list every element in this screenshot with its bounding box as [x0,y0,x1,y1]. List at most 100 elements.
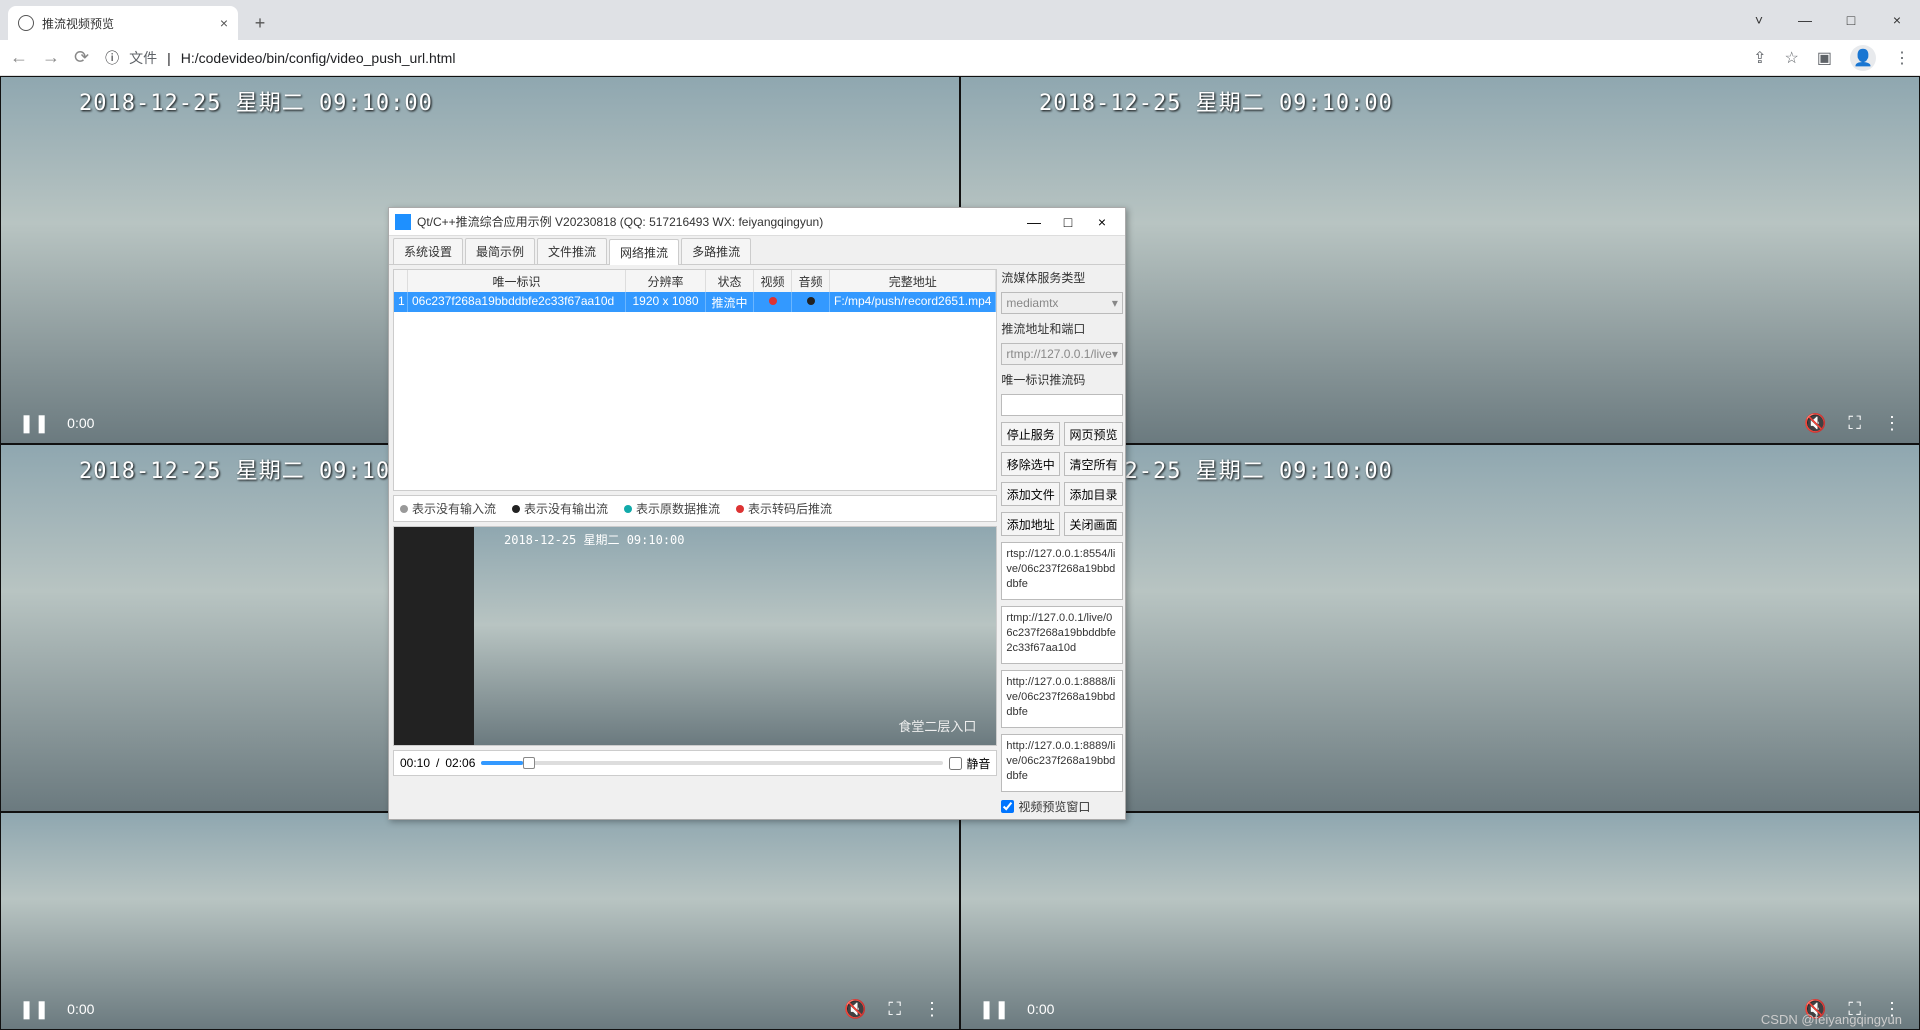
volume-mute-icon[interactable]: 🔇 [844,999,866,1020]
col-status: 状态 [706,270,754,292]
add-file-button[interactable]: 添加文件 [1001,482,1060,506]
info-icon[interactable]: ⓘ [105,48,119,68]
playback-bar: 00:10 / 02:06 静音 [393,750,997,776]
kebab-menu-icon[interactable]: ⋮ [1894,48,1910,68]
chevron-down-icon: ▾ [1112,347,1118,361]
right-pane: 流媒体服务类型 mediamtx▾ 推流地址和端口 rtmp://127.0.0… [1001,269,1122,815]
play-pause-icon[interactable]: ❚❚ [19,999,49,1020]
profile-avatar-icon[interactable]: 👤 [1850,45,1876,71]
browser-tab-strip: 推流视频预览 × + ˅ — □ × [0,0,1920,40]
video-osd-timestamp: 2018-12-25 星期二 09:10:00 [79,85,433,117]
tab-close-icon[interactable]: × [220,15,228,31]
col-audio: 音频 [792,270,830,292]
legend-dot-black-icon [512,505,520,513]
close-view-button[interactable]: 关闭画面 [1064,512,1123,536]
video-time: 0:00 [67,1001,94,1017]
dialog-close-icon[interactable]: × [1085,209,1119,235]
url-item[interactable]: rtmp://127.0.0.1/live/06c237f268a19bbddb… [1001,606,1122,664]
url-text: H:/codevideo/bin/config/video_push_url.h… [181,50,456,66]
table-header: 唯一标识 分辨率 状态 视频 音频 完整地址 [394,270,996,292]
dialog-titlebar[interactable]: Qt/C++推流综合应用示例 V20230818 (QQ: 517216493 … [389,208,1125,236]
preview-pane[interactable]: 2018-12-25 星期二 09:10:00 食堂二层入口 [393,526,997,746]
window-minimize-icon[interactable]: — [1782,0,1828,40]
playback-position: 00:10 [400,756,430,770]
play-pause-icon[interactable]: ❚❚ [19,413,49,434]
stop-service-button[interactable]: 停止服务 [1001,422,1060,446]
volume-mute-icon[interactable]: 🔇 [1804,413,1826,434]
legend-dot-gray-icon [400,505,408,513]
preview-window-checkbox[interactable]: 视频预览窗口 [1001,798,1122,815]
add-url-button[interactable]: 添加地址 [1001,512,1060,536]
table-row[interactable]: 1 06c237f268a19bbddbfe2c33f67aa10d 1920 … [394,292,996,312]
video-time: 0:00 [1027,1001,1054,1017]
tab-network-push[interactable]: 网络推流 [609,239,679,265]
browser-tab[interactable]: 推流视频预览 × [8,6,238,40]
url-item[interactable]: http://127.0.0.1:8889/live/06c237f268a19… [1001,734,1122,792]
cell-audio-dot [792,292,830,312]
col-id: 唯一标识 [408,270,626,292]
push-addr-select[interactable]: rtmp://127.0.0.1/live▾ [1001,343,1122,365]
clear-all-button[interactable]: 清空所有 [1064,452,1123,476]
app-logo-icon [395,214,411,230]
seek-thumb-icon[interactable] [523,757,535,769]
tab-title: 推流视频预览 [42,15,114,32]
window-maximize-icon[interactable]: □ [1828,0,1874,40]
address-bar[interactable]: ⓘ 文件 | H:/codevideo/bin/config/video_pus… [105,48,1737,68]
dialog-body: 唯一标识 分辨率 状态 视频 音频 完整地址 1 06c237f268a19bb… [389,265,1125,819]
nav-forward-icon[interactable]: → [42,47,60,68]
window-controls: ˅ — □ × [1736,0,1920,40]
mute-checkbox[interactable]: 静音 [949,755,990,772]
video-menu-icon[interactable]: ⋮ [1883,413,1901,434]
remove-selected-button[interactable]: 移除选中 [1001,452,1060,476]
video-grid-bottom: ❚❚ 0:00 🔇 ⛶ ⋮ ❚❚ 0:00 🔇 ⛶ ⋮ [0,812,1920,1030]
col-full-url: 完整地址 [830,270,996,292]
seek-slider[interactable] [481,761,943,765]
cell-resolution: 1920 x 1080 [626,292,706,312]
video-cell[interactable]: ❚❚ 0:00 🔇 ⛶ ⋮ [0,812,960,1030]
add-dir-button[interactable]: 添加目录 [1064,482,1123,506]
qt-dialog: Qt/C++推流综合应用示例 V20230818 (QQ: 517216493 … [388,207,1126,820]
dialog-tabs: 系统设置 最简示例 文件推流 网络推流 多路推流 [389,236,1125,265]
cell-index: 1 [394,292,408,312]
tab-system-settings[interactable]: 系统设置 [393,238,463,264]
fullscreen-icon[interactable]: ⛶ [1848,413,1861,434]
cell-video-dot [754,292,792,312]
dialog-maximize-icon[interactable]: □ [1051,209,1085,235]
video-menu-icon[interactable]: ⋮ [923,999,941,1020]
sidepanel-icon[interactable]: ▣ [1817,48,1832,68]
left-pane: 唯一标识 分辨率 状态 视频 音频 完整地址 1 06c237f268a19bb… [393,269,997,815]
web-preview-button[interactable]: 网页预览 [1064,422,1123,446]
play-pause-icon[interactable]: ❚❚ [979,999,1009,1020]
window-close-icon[interactable]: × [1874,0,1920,40]
status-dot-black-icon [807,297,815,305]
legend-dot-red-icon [736,505,744,513]
video-cell[interactable]: ❚❚ 0:00 🔇 ⛶ ⋮ [960,812,1920,1030]
new-tab-button[interactable]: + [246,9,274,37]
url-item[interactable]: rtsp://127.0.0.1:8554/live/06c237f268a19… [1001,542,1122,600]
cell-url: F:/mp4/push/record2651.mp4 [830,292,996,312]
service-type-select[interactable]: mediamtx▾ [1001,292,1122,314]
legend: 表示没有输入流 表示没有输出流 表示原数据推流 表示转码后推流 [393,495,997,522]
playback-separator: / [436,756,439,770]
tab-multi-push[interactable]: 多路推流 [681,238,751,264]
bookmark-icon[interactable]: ☆ [1785,48,1799,68]
stream-code-input[interactable] [1001,394,1122,416]
url-item[interactable]: http://127.0.0.1:8888/live/06c237f268a19… [1001,670,1122,728]
browser-toolbar: ← → ⟳ ⓘ 文件 | H:/codevideo/bin/config/vid… [0,40,1920,76]
dialog-minimize-icon[interactable]: — [1017,209,1051,235]
legend-dot-teal-icon [624,505,632,513]
video-osd-timestamp: 2018-12-25 星期二 09:10:00 [79,453,433,485]
window-dropdown-icon[interactable]: ˅ [1736,0,1782,40]
tab-simple-example[interactable]: 最简示例 [465,238,535,264]
nav-reload-icon[interactable]: ⟳ [74,47,89,68]
share-icon[interactable]: ⇪ [1753,48,1766,68]
fullscreen-icon[interactable]: ⛶ [888,999,901,1020]
cell-id: 06c237f268a19bbddbfe2c33f67aa10d [408,292,626,312]
tab-file-push[interactable]: 文件推流 [537,238,607,264]
preview-osd: 2018-12-25 星期二 09:10:00 [504,531,685,548]
stream-table[interactable]: 唯一标识 分辨率 状态 视频 音频 完整地址 1 06c237f268a19bb… [393,269,997,491]
nav-back-icon[interactable]: ← [10,47,28,68]
cell-status: 推流中 [706,292,754,312]
legend-label: 表示没有输入流 [412,500,496,517]
video-controls: ❚❚ 0:00 🔇 ⛶ ⋮ [1,989,959,1029]
